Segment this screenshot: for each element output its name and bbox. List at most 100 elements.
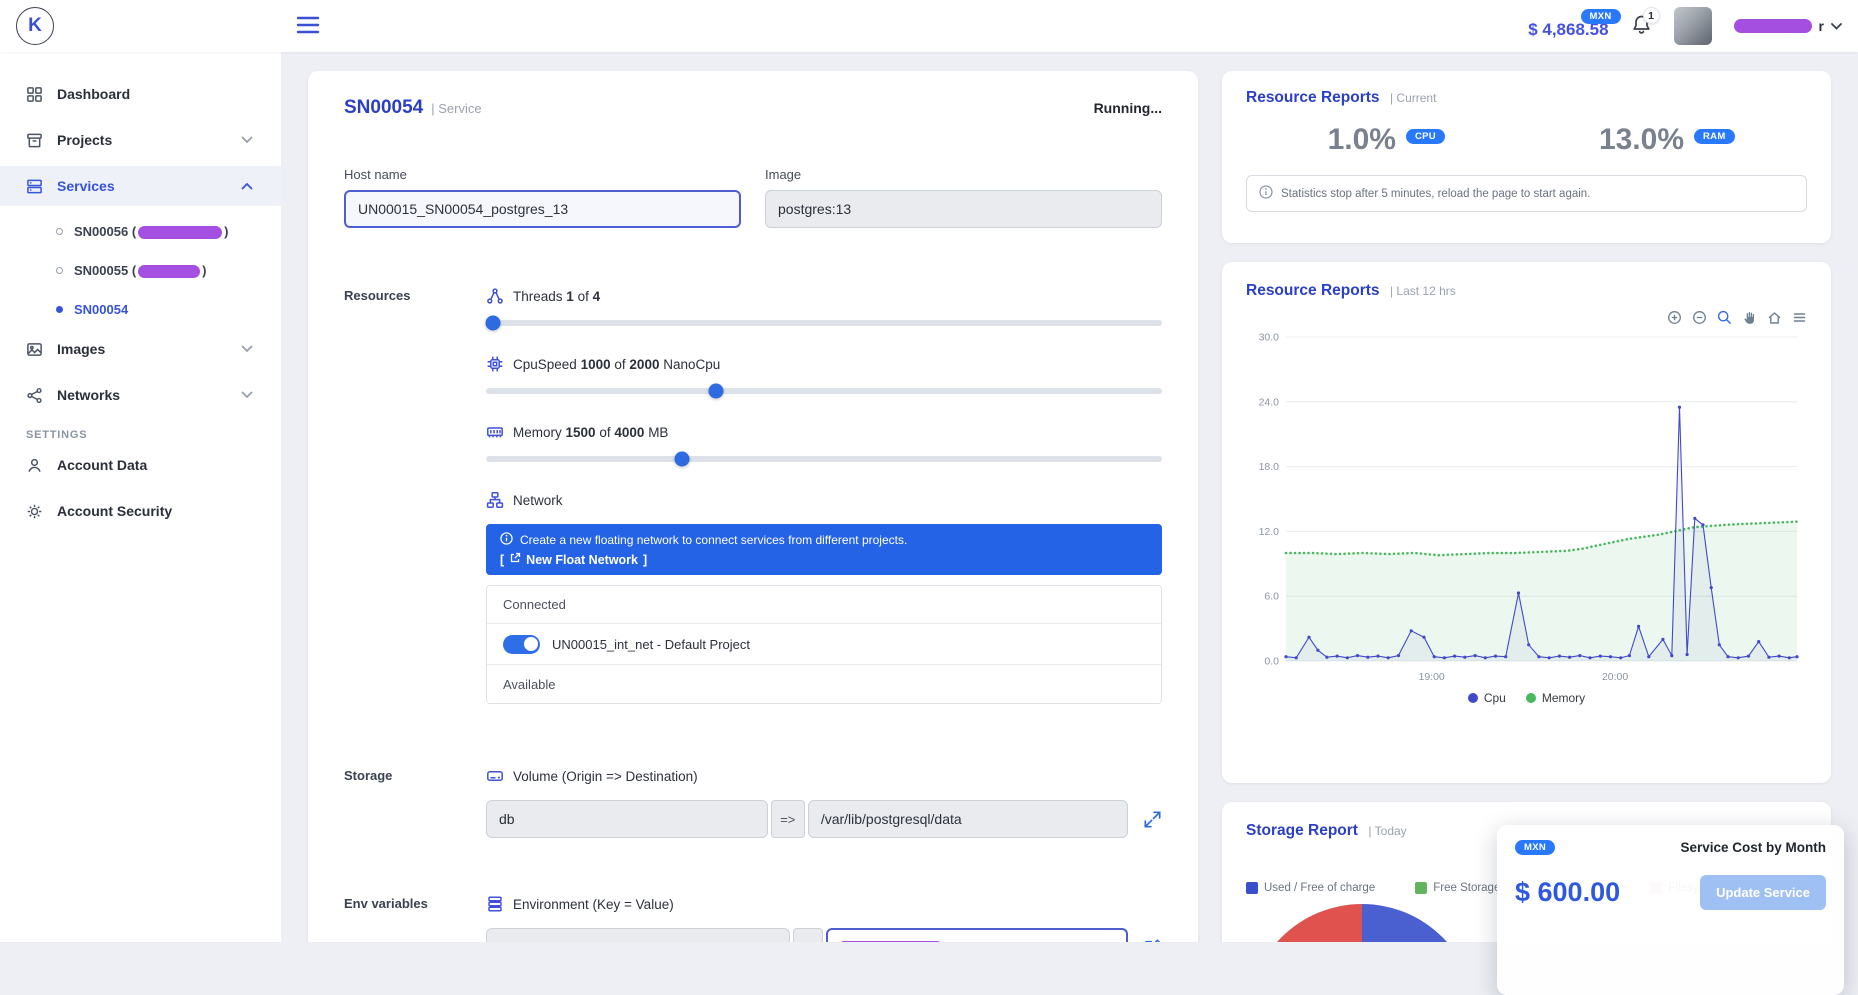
- networks-share-icon: [26, 387, 43, 404]
- svg-text:12.0: 12.0: [1259, 526, 1280, 538]
- threads-slider[interactable]: [486, 320, 1162, 326]
- float-network-banner[interactable]: Create a new floating network to connect…: [486, 524, 1162, 575]
- user-icon: [26, 457, 43, 474]
- services-server-icon: [26, 178, 43, 195]
- legend-used-free[interactable]: Used / Free of charge: [1246, 882, 1375, 894]
- env-value-input[interactable]: 5: [826, 928, 1128, 942]
- sidebar-item-projects[interactable]: Projects: [0, 120, 281, 160]
- cpuspeed-slider[interactable]: [486, 388, 1162, 394]
- user-menu[interactable]: r: [1734, 17, 1842, 35]
- volume-arrow-addon: =>: [771, 800, 805, 838]
- card-title: Resource Reports: [1246, 89, 1380, 106]
- statistics-notice: Statistics stop after 5 minutes, reload …: [1246, 175, 1807, 212]
- legend-memory[interactable]: Memory: [1526, 691, 1585, 705]
- cpu-stat: 1.0% CPU: [1246, 123, 1527, 157]
- legend-free-storage[interactable]: Free Storage: [1415, 882, 1500, 894]
- sidebar-item-networks[interactable]: Networks: [0, 375, 281, 415]
- images-picture-icon: [26, 341, 43, 358]
- sidebar-item-account-data[interactable]: Account Data: [0, 445, 281, 485]
- image-input[interactable]: [765, 190, 1162, 228]
- cpu-percentage: 1.0%: [1328, 123, 1396, 157]
- sidebar-item-services[interactable]: Services: [0, 166, 281, 206]
- cpu-color-dot: [1468, 693, 1478, 703]
- active-bullet-icon: [56, 306, 63, 313]
- top-header: K MXN $ 4,868.58 1 r: [0, 0, 1858, 52]
- network-toggle[interactable]: [503, 635, 540, 654]
- monthly-cost-amount: $ 600.00: [1515, 877, 1620, 908]
- info-icon: [500, 532, 513, 548]
- expand-volume-button[interactable]: [1143, 810, 1162, 829]
- hostname-input[interactable]: [344, 190, 741, 228]
- cost-popup-title: Service Cost by Month: [1680, 840, 1826, 855]
- bullet-icon: [56, 267, 63, 274]
- volume-destination-input[interactable]: [808, 800, 1128, 838]
- env-section-label: Env variables: [344, 894, 486, 942]
- cpu-badge: CPU: [1406, 129, 1445, 144]
- chevron-down-icon: [241, 391, 253, 399]
- card-subtitle: | Today: [1368, 824, 1406, 838]
- threads-row: Threads 1 of 4: [486, 286, 1162, 306]
- svg-text:19:00: 19:00: [1418, 671, 1444, 683]
- main-content: SN00054 | Service Running... Host name I…: [281, 52, 1858, 942]
- connected-network-row: UN00015_int_net - Default Project: [487, 624, 1161, 665]
- home-reset-icon[interactable]: [1767, 310, 1782, 325]
- sidebar-nav: Dashboard Projects Services SN00056 () S…: [0, 52, 281, 942]
- sidebar-item-dashboard[interactable]: Dashboard: [0, 74, 281, 114]
- right-column: Resource Reports | Current 1.0% CPU 13.0…: [1222, 71, 1831, 942]
- env-equals-addon: =: [793, 928, 823, 942]
- chevron-down-icon: [241, 136, 253, 144]
- svg-text:24.0: 24.0: [1259, 396, 1280, 408]
- update-service-button[interactable]: Update Service: [1700, 875, 1826, 910]
- memory-slider[interactable]: [486, 456, 1162, 462]
- selection-zoom-icon[interactable]: [1717, 310, 1732, 325]
- currency-badge: MXN: [1515, 840, 1555, 855]
- sidebar-subitem-sn00055[interactable]: SN00055 (): [0, 251, 281, 290]
- connected-header-row: Connected: [487, 586, 1161, 624]
- card-subtitle: | Current: [1390, 91, 1436, 105]
- hamburger-menu-icon[interactable]: [296, 15, 320, 40]
- chevron-down-icon: [241, 345, 253, 353]
- service-status: Running...: [1094, 100, 1162, 116]
- sidebar-subitem-sn00056[interactable]: SN00056 (): [0, 212, 281, 251]
- cpu-chip-icon: [486, 355, 504, 373]
- memory-row: Memory 1500 of 4000 MB: [486, 422, 1162, 442]
- resource-history-chart[interactable]: 0.06.012.018.024.030.019:0020:00: [1246, 327, 1807, 687]
- service-detail-card: SN00054 | Service Running... Host name I…: [308, 71, 1198, 942]
- network-hub-icon: [486, 491, 504, 509]
- svg-text:6.0: 6.0: [1264, 591, 1279, 603]
- notifications-button[interactable]: 1: [1631, 14, 1652, 41]
- memory-slider-thumb[interactable]: [675, 452, 690, 467]
- used-free-color-square: [1246, 882, 1258, 894]
- legend-cpu[interactable]: Cpu: [1468, 691, 1506, 705]
- user-avatar[interactable]: [1674, 7, 1712, 45]
- bell-icon: [1631, 23, 1652, 40]
- sidebar-item-images[interactable]: Images: [0, 329, 281, 369]
- app-logo[interactable]: K: [16, 7, 54, 45]
- ram-icon: [486, 423, 504, 441]
- redacted-project-name: [138, 226, 222, 239]
- new-float-network-link[interactable]: [ New Float Network ]: [500, 552, 1148, 567]
- chart-menu-icon[interactable]: [1792, 310, 1807, 325]
- available-header-row: Available: [487, 665, 1161, 703]
- card-subtitle: | Last 12 hrs: [1390, 284, 1456, 298]
- bullet-icon: [56, 228, 63, 235]
- sidebar-subitem-sn00054[interactable]: SN00054: [0, 290, 281, 329]
- card-title: Resource Reports: [1246, 282, 1380, 299]
- resource-reports-history-card: Resource Reports | Last 12 hrs 0.0 6.0 12.…: [1222, 262, 1831, 783]
- ram-stat: 13.0% RAM: [1527, 123, 1808, 157]
- pan-hand-icon[interactable]: [1742, 310, 1757, 325]
- storage-pie-chart[interactable]: [1248, 904, 1476, 942]
- sidebar-item-account-security[interactable]: Account Security: [0, 491, 281, 531]
- free-storage-color-square: [1415, 882, 1427, 894]
- volume-origin-input[interactable]: [486, 800, 768, 838]
- ram-badge: RAM: [1694, 129, 1735, 144]
- svg-text:0.0: 0.0: [1264, 656, 1279, 668]
- threads-slider-thumb[interactable]: [485, 316, 500, 331]
- service-cost-popup: MXN Service Cost by Month $ 600.00 Updat…: [1497, 825, 1844, 995]
- cpuspeed-slider-thumb[interactable]: [708, 384, 723, 399]
- env-key-input[interactable]: [486, 928, 790, 942]
- memory-color-dot: [1526, 693, 1536, 703]
- edit-env-button[interactable]: [1143, 938, 1162, 943]
- zoom-in-icon[interactable]: [1667, 310, 1682, 325]
- zoom-out-icon[interactable]: [1692, 310, 1707, 325]
